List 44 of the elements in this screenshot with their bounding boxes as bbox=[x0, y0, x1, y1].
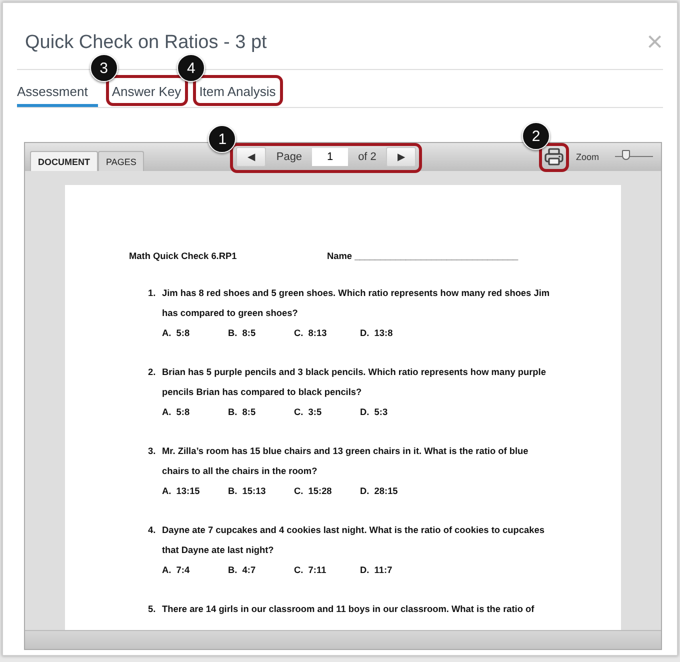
answer-choice: B. 8:5 bbox=[228, 406, 257, 419]
answer-choice: A. 5:8 bbox=[162, 327, 191, 340]
question-number: 1. bbox=[148, 287, 157, 300]
answer-choice: D. 13:8 bbox=[360, 327, 394, 340]
question-text: Mr. Zilla’s room has 15 blue chairs and 13 green chairs in it. What is the ratio of blue chairs to all the chairs in the room? bbox=[162, 445, 530, 478]
callout-badge: 1 bbox=[208, 125, 236, 153]
answer-choice: C. 7:11 bbox=[294, 564, 328, 577]
callout-badge: 4 bbox=[177, 54, 206, 82]
answer-choice: A. 13:15 bbox=[162, 485, 201, 498]
name-line: Name ________________________________ bbox=[327, 251, 518, 261]
page-number-field[interactable]: 1 bbox=[312, 148, 348, 166]
question-text: Jim has 8 red shoes and 5 green shoes. Which ratio represents how many red shoes Jim has compared to green shoes? bbox=[162, 287, 551, 320]
slider-thumb[interactable] bbox=[622, 150, 630, 160]
question-text: Dayne ate 7 cupcakes and 4 cookies last night. What is the ratio of cookies to cupcakes that Dayne ate last night? bbox=[162, 524, 546, 557]
answer-choice: D. 11:7 bbox=[360, 564, 394, 577]
answer-choice: C. 15:28 bbox=[294, 485, 333, 498]
answer-choice: B. 15:13 bbox=[228, 485, 267, 498]
previous-page-button[interactable]: ◀ bbox=[236, 147, 266, 167]
next-page-button[interactable]: ▶ bbox=[386, 147, 416, 167]
answer-choice: B. 4:7 bbox=[228, 564, 257, 577]
answer-choice: D. 28:15 bbox=[360, 485, 399, 498]
dialog-title: Quick Check on Ratios - 3 pt bbox=[25, 32, 267, 54]
page-label: Page bbox=[276, 151, 302, 163]
question-number: 5. bbox=[148, 603, 157, 616]
callout-badge: 3 bbox=[90, 54, 118, 82]
answer-choice: A. 5:8 bbox=[162, 406, 191, 419]
page-count: of 2 bbox=[358, 151, 376, 163]
question-number: 2. bbox=[148, 366, 157, 379]
document-heading: Math Quick Check 6.RP1 bbox=[129, 251, 238, 261]
question-text: Brian has 5 purple pencils and 3 black pencils. Which ratio represents how many purple pencils Brian has compared to black pencils? bbox=[162, 366, 547, 399]
callout-badge: 2 bbox=[522, 122, 550, 150]
print-icon bbox=[544, 148, 564, 166]
question-number: 4. bbox=[148, 524, 157, 537]
answer-choice: C. 8:13 bbox=[294, 327, 328, 340]
question-text: There are 14 girls in our classroom and 11 boys in our classroom. What is the ratio of bbox=[162, 603, 536, 616]
answer-choice: D. 5:3 bbox=[360, 406, 389, 419]
print-button[interactable] bbox=[544, 148, 564, 166]
answer-choice: B. 8:5 bbox=[228, 327, 257, 340]
zoom-label: Zoom bbox=[576, 152, 599, 162]
question-number: 3. bbox=[148, 445, 157, 458]
view-tab[interactable]: DOCUMENT bbox=[30, 151, 98, 171]
view-tab[interactable]: PAGES bbox=[98, 151, 144, 171]
answer-choice: A. 7:4 bbox=[162, 564, 191, 577]
answer-choice: C. 3:5 bbox=[294, 406, 323, 419]
